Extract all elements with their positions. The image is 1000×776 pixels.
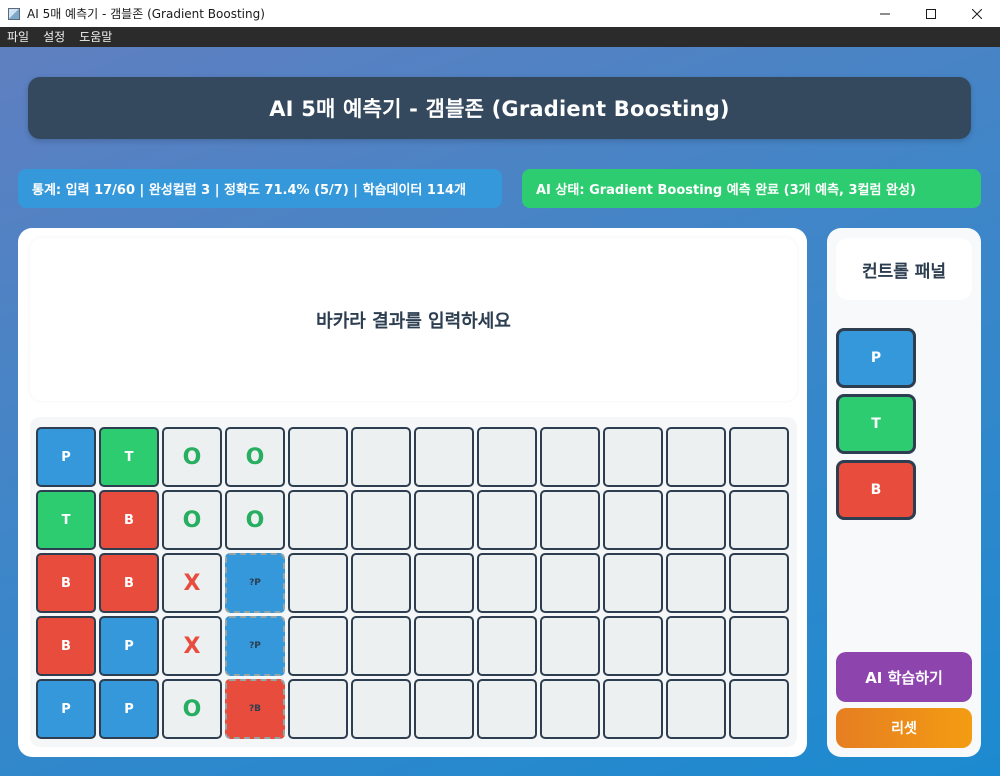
prediction-cell: ?B	[225, 679, 285, 739]
board-panel: 바카라 결과를 입력하세요 P T O O T B O O B B X ?P B P X ?P P P O ?B	[18, 228, 807, 757]
maximize-icon	[926, 8, 936, 19]
control-panel: 컨트롤 패널 P T B AI 학습하기 리셋	[827, 228, 981, 757]
empty-cell	[729, 490, 789, 550]
control-panel-title: 컨트롤 패널	[861, 261, 947, 282]
empty-cell	[540, 490, 600, 550]
result-cell: P	[99, 616, 159, 676]
menu-settings[interactable]: 설정	[36, 27, 72, 47]
empty-cell	[603, 427, 663, 487]
empty-cell	[288, 490, 348, 550]
reset-button[interactable]: 리셋	[836, 708, 972, 748]
empty-cell	[603, 616, 663, 676]
empty-cell	[603, 490, 663, 550]
result-cell: P	[36, 679, 96, 739]
empty-cell	[351, 427, 411, 487]
result-cell: P	[99, 679, 159, 739]
empty-cell	[540, 679, 600, 739]
empty-cell	[603, 553, 663, 613]
window-controls	[862, 0, 1000, 27]
main-area: AI 5매 예측기 - 갬블존 (Gradient Boosting) 통계: …	[0, 47, 1000, 776]
empty-cell	[666, 490, 726, 550]
result-cell: T	[99, 427, 159, 487]
empty-cell	[729, 679, 789, 739]
tie-button[interactable]: T	[836, 394, 916, 454]
train-ai-button[interactable]: AI 학습하기	[836, 652, 972, 702]
empty-cell	[351, 553, 411, 613]
empty-cell	[288, 679, 348, 739]
menu-bar: 파일 설정 도움말	[0, 27, 1000, 47]
prediction-cell: ?P	[225, 553, 285, 613]
empty-cell	[666, 427, 726, 487]
empty-cell	[288, 427, 348, 487]
menu-help[interactable]: 도움말	[72, 27, 119, 47]
empty-cell	[414, 427, 474, 487]
app-icon	[8, 7, 20, 20]
empty-cell	[666, 553, 726, 613]
maximize-button[interactable]	[908, 0, 954, 27]
empty-cell	[540, 427, 600, 487]
window-titlebar: AI 5매 예측기 - 갬블존 (Gradient Boosting)	[0, 0, 1000, 27]
empty-cell	[540, 553, 600, 613]
empty-cell	[477, 679, 537, 739]
result-cell: B	[99, 553, 159, 613]
minimize-button[interactable]	[862, 0, 908, 27]
empty-cell	[729, 616, 789, 676]
empty-cell	[477, 553, 537, 613]
stats-text: 통계: 입력 17/60 | 완성컬럼 3 | 정확도 71.4% (5/7) …	[32, 183, 467, 198]
window-title: AI 5매 예측기 - 갬블존 (Gradient Boosting)	[27, 7, 265, 21]
empty-cell	[288, 616, 348, 676]
empty-cell	[540, 616, 600, 676]
header-banner: AI 5매 예측기 - 갬블존 (Gradient Boosting)	[28, 77, 971, 139]
empty-cell	[729, 427, 789, 487]
empty-cell	[351, 490, 411, 550]
player-button[interactable]: P	[836, 328, 916, 388]
result-cell: T	[36, 490, 96, 550]
menu-file[interactable]: 파일	[0, 27, 36, 47]
empty-cell	[414, 616, 474, 676]
stats-status-bar: 통계: 입력 17/60 | 완성컬럼 3 | 정확도 71.4% (5/7) …	[18, 169, 502, 208]
close-button[interactable]	[954, 0, 1000, 27]
empty-cell	[666, 616, 726, 676]
result-grid: P T O O T B O O B B X ?P B P X ?P P P O ?B	[36, 427, 789, 739]
empty-cell	[666, 679, 726, 739]
match-mark-cell: O	[225, 427, 285, 487]
match-mark-cell: O	[225, 490, 285, 550]
empty-cell	[414, 553, 474, 613]
match-mark-cell: O	[162, 490, 222, 550]
result-cell: B	[36, 616, 96, 676]
match-mark-cell: X	[162, 616, 222, 676]
control-panel-header: 컨트롤 패널	[836, 238, 972, 300]
empty-cell	[414, 679, 474, 739]
close-icon	[972, 8, 982, 19]
result-grid-container: P T O O T B O O B B X ?P B P X ?P P P O ?B	[30, 417, 797, 747]
prediction-cell: ?P	[225, 616, 285, 676]
empty-cell	[288, 553, 348, 613]
ai-status-text: AI 상태: Gradient Boosting 예측 완료 (3개 예측, 3…	[536, 183, 916, 198]
empty-cell	[351, 679, 411, 739]
message-box: 바카라 결과를 입력하세요	[30, 238, 797, 401]
result-cell: B	[36, 553, 96, 613]
match-mark-cell: X	[162, 553, 222, 613]
empty-cell	[477, 616, 537, 676]
header-title: AI 5매 예측기 - 갬블존 (Gradient Boosting)	[269, 97, 730, 121]
empty-cell	[729, 553, 789, 613]
result-cell: P	[36, 427, 96, 487]
match-mark-cell: O	[162, 427, 222, 487]
empty-cell	[414, 490, 474, 550]
match-mark-cell: O	[162, 679, 222, 739]
ai-status-bar: AI 상태: Gradient Boosting 예측 완료 (3개 예측, 3…	[522, 169, 981, 208]
empty-cell	[603, 679, 663, 739]
empty-cell	[477, 490, 537, 550]
empty-cell	[477, 427, 537, 487]
result-cell: B	[99, 490, 159, 550]
message-text: 바카라 결과를 입력하세요	[316, 310, 511, 332]
empty-cell	[351, 616, 411, 676]
minimize-icon	[880, 13, 890, 14]
banker-button[interactable]: B	[836, 460, 916, 520]
